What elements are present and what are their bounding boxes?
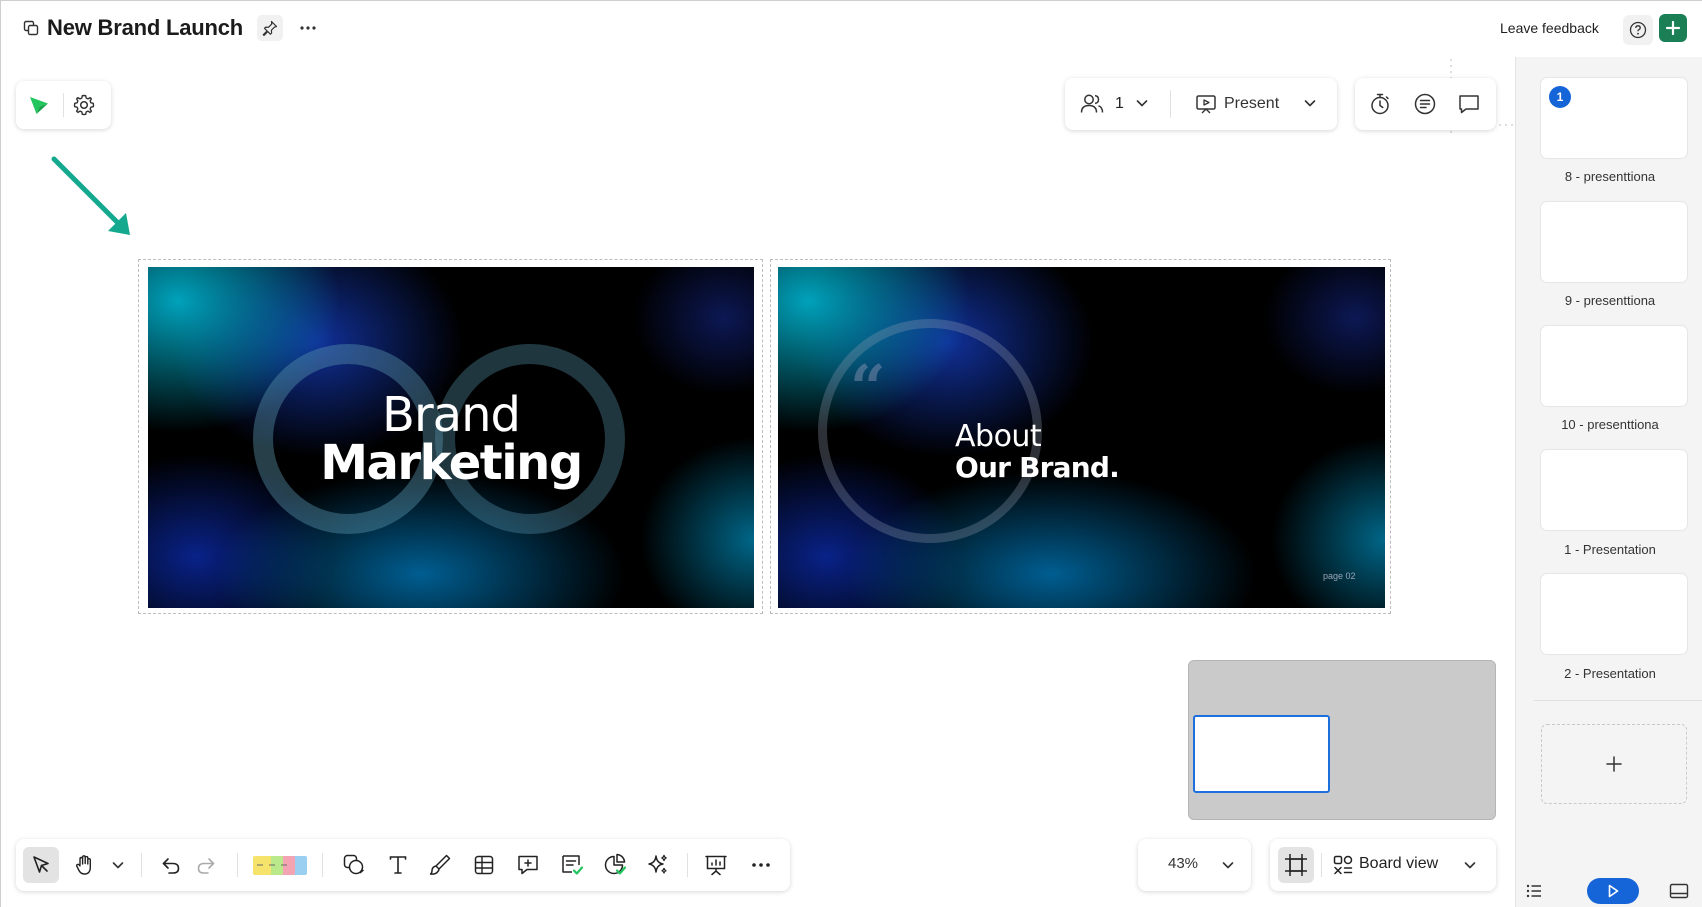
- users-icon[interactable]: [1079, 91, 1105, 117]
- collaborator-count: 1: [1115, 95, 1124, 112]
- minimap-viewport[interactable]: [1193, 715, 1330, 793]
- presentation-tool-icon[interactable]: [698, 847, 734, 883]
- chevron-down-icon[interactable]: [1135, 96, 1149, 110]
- comment-tool-icon[interactable]: [510, 847, 546, 883]
- send-arrow-icon[interactable]: [28, 94, 50, 116]
- divider: [63, 93, 64, 117]
- present-button[interactable]: Present: [1224, 95, 1279, 113]
- slide-thumbnail-label: 8 - presenttiona: [1564, 169, 1656, 184]
- minimap[interactable]: [1188, 660, 1496, 820]
- divider: [1170, 90, 1171, 118]
- slide-title-line1: About: [955, 419, 1042, 454]
- zoom-chevron-down-icon[interactable]: [1221, 858, 1235, 872]
- present-options-chevron-icon[interactable]: [1303, 96, 1317, 110]
- present-icon[interactable]: [1195, 93, 1217, 115]
- divider: [141, 853, 142, 877]
- pin-icon[interactable]: [257, 15, 284, 41]
- select-tool-icon[interactable]: [23, 847, 59, 883]
- divider: [237, 853, 238, 877]
- slide-thumbnail-label: 2 - Presentation: [1564, 666, 1656, 681]
- leave-feedback-link[interactable]: Leave feedback: [1500, 20, 1599, 36]
- form-template-icon[interactable]: [554, 847, 590, 883]
- slide-thumbnail-label: 1 - Presentation: [1564, 542, 1656, 557]
- create-plus-icon[interactable]: [1659, 14, 1687, 42]
- pen-tool-icon[interactable]: [422, 847, 458, 883]
- top-bar: New Brand Launch Leave feedback: [1, 1, 1702, 57]
- text-tool-icon[interactable]: [380, 847, 416, 883]
- table-tool-icon[interactable]: [466, 847, 502, 883]
- divider: [687, 853, 688, 877]
- view-panel: Board view: [1270, 839, 1496, 891]
- ai-sparkle-icon[interactable]: [640, 847, 676, 883]
- more-options-icon[interactable]: [295, 15, 321, 41]
- slide-thumbnail[interactable]: [1541, 574, 1687, 654]
- notes-list-icon[interactable]: [1413, 92, 1437, 116]
- utilities-panel: [1355, 78, 1496, 130]
- panel-layout-icon[interactable]: [1669, 883, 1689, 899]
- sticky-notes-icon[interactable]: [248, 847, 314, 883]
- add-slide-button[interactable]: [1541, 724, 1687, 804]
- list-view-icon[interactable]: [1526, 884, 1542, 898]
- slide-title-line2: Marketing: [320, 435, 583, 491]
- slide-thumbnail[interactable]: 1: [1541, 78, 1687, 158]
- board-view-label[interactable]: Board view: [1359, 855, 1438, 873]
- shapes-icon[interactable]: [336, 847, 372, 883]
- frame-tool-icon[interactable]: [1278, 847, 1314, 883]
- chart-template-icon[interactable]: [597, 847, 633, 883]
- present-panel: 1 Present: [1065, 78, 1337, 130]
- slide-brand-marketing[interactable]: Brand Marketing: [148, 267, 754, 608]
- slide-thumbnail-label: 9 - presenttiona: [1564, 293, 1656, 308]
- board-icon[interactable]: [23, 20, 39, 36]
- slide-thumbnail[interactable]: [1541, 450, 1687, 530]
- undo-icon[interactable]: [153, 847, 189, 883]
- comment-icon[interactable]: [1457, 92, 1481, 116]
- redo-icon[interactable]: [188, 847, 224, 883]
- canvas-tools-panel: [16, 81, 111, 129]
- play-presentation-button[interactable]: [1587, 878, 1639, 904]
- slide-thumbnail-label: 10 - presenttiona: [1561, 417, 1659, 432]
- arrow-annotation: [51, 156, 130, 235]
- quote-mark: “: [850, 351, 886, 424]
- help-icon[interactable]: [1623, 15, 1653, 45]
- slide-thumbnail[interactable]: [1541, 202, 1687, 282]
- slides-sidebar: 1 8 - presenttiona 9 - presenttiona 10 -…: [1515, 57, 1702, 907]
- title-area: New Brand Launch: [23, 15, 321, 41]
- slide-about-our-brand[interactable]: “ About Our Brand. page 02: [778, 267, 1385, 608]
- more-tools-icon[interactable]: [743, 847, 779, 883]
- slide-thumbnail[interactable]: [1541, 326, 1687, 406]
- hand-tool-icon[interactable]: [67, 847, 103, 883]
- app-window: New Brand Launch Leave feedback 1 Presen…: [0, 0, 1702, 907]
- gear-icon[interactable]: [72, 93, 96, 117]
- play-icon: [1608, 884, 1619, 898]
- view-chevron-down-icon[interactable]: [1463, 858, 1477, 872]
- page-number: page 02: [1323, 571, 1356, 581]
- board-title[interactable]: New Brand Launch: [47, 15, 243, 41]
- tool-options-chevron-icon[interactable]: [107, 847, 129, 883]
- sidebar-footer: [1516, 872, 1702, 907]
- zoom-level[interactable]: 43%: [1168, 855, 1198, 872]
- timer-icon[interactable]: [1368, 92, 1392, 116]
- plus-icon: [1606, 756, 1622, 772]
- divider: [1534, 700, 1702, 701]
- zoom-panel: 43%: [1138, 839, 1251, 891]
- divider: [322, 853, 323, 877]
- divider: [1321, 853, 1322, 877]
- board-view-icon[interactable]: [1332, 854, 1354, 876]
- selected-badge: 1: [1549, 86, 1571, 108]
- slide-title-line2: Our Brand.: [955, 451, 1120, 484]
- bottom-toolbar: [16, 839, 790, 891]
